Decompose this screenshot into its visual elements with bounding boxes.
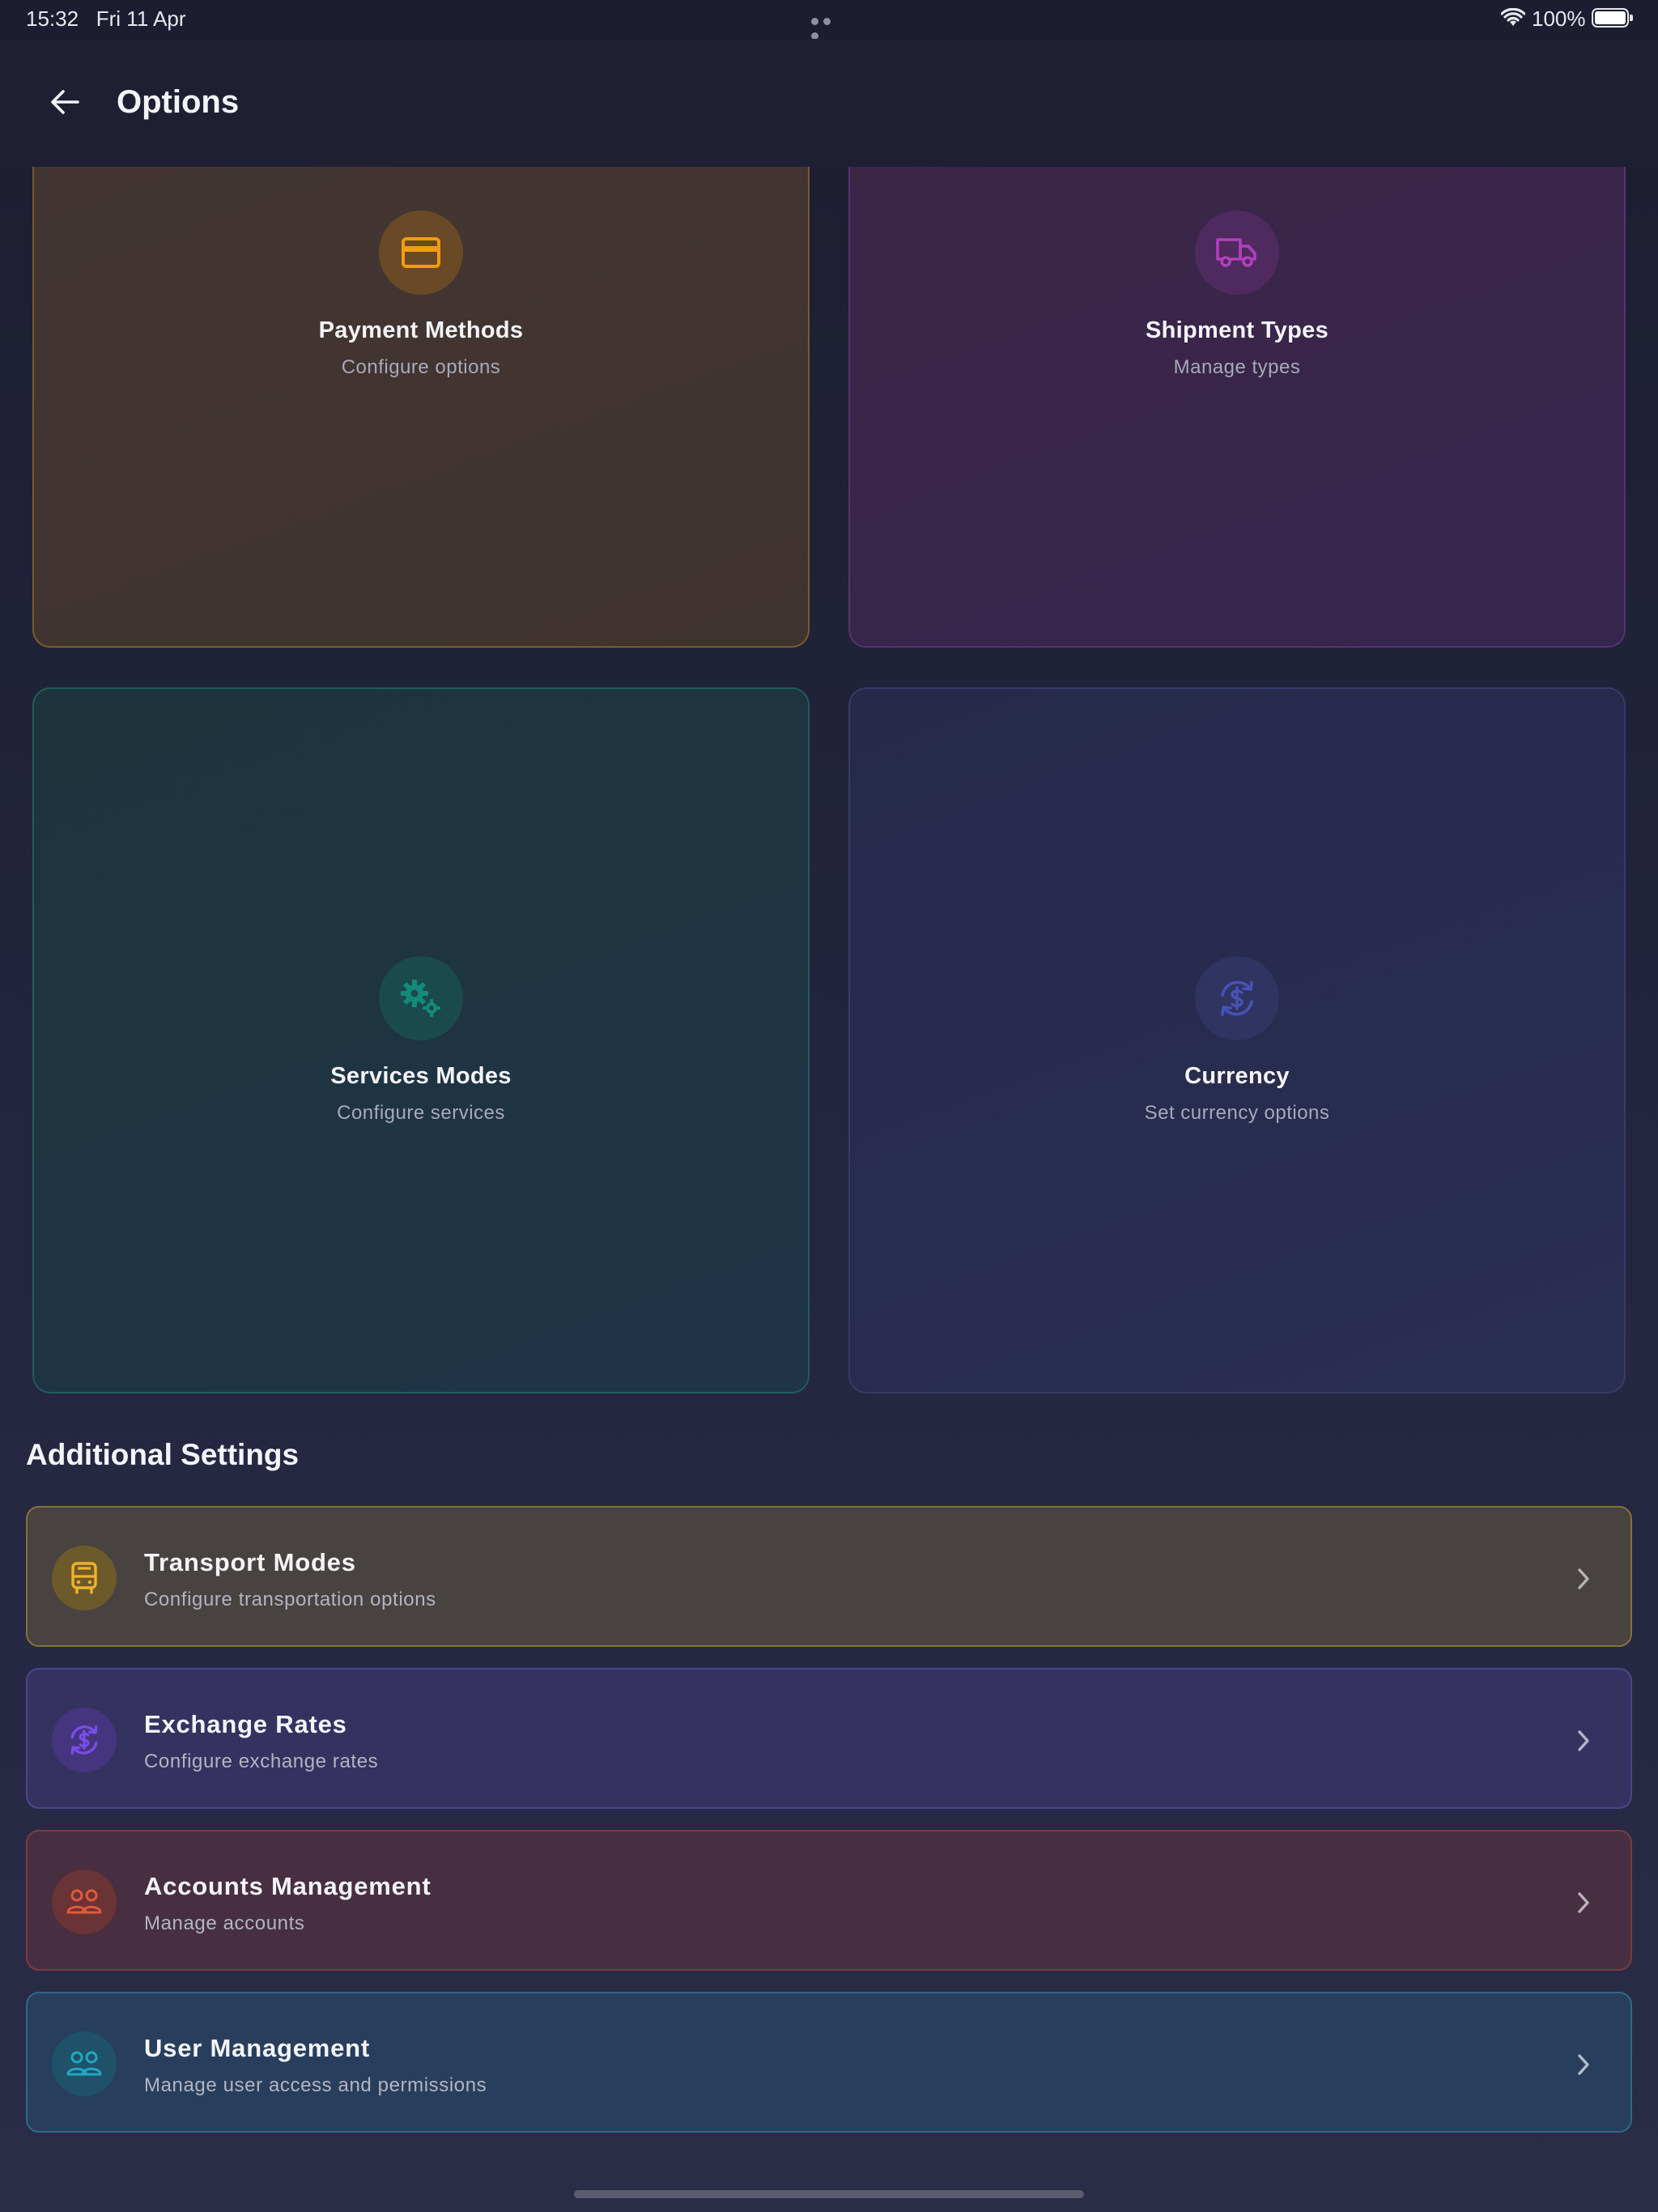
- truck-icon: [1195, 211, 1279, 295]
- tile-services-modes[interactable]: Services Modes Configure services: [32, 687, 810, 1393]
- tile-title: Payment Methods: [318, 317, 524, 343]
- back-button[interactable]: [36, 78, 94, 126]
- chevron-right-icon: [1567, 1563, 1600, 1595]
- list-item-subtitle: Configure transportation options: [144, 1589, 436, 1610]
- bus-icon: [52, 1546, 117, 1610]
- tile-subtitle: Configure options: [341, 356, 501, 378]
- currency-exchange-icon: [52, 1708, 117, 1772]
- list-item-title: User Management: [144, 2034, 371, 2062]
- battery-icon: [1592, 8, 1633, 28]
- tile-subtitle: Manage types: [1173, 356, 1301, 378]
- list-item-accounts-management[interactable]: Accounts Management Manage accounts: [26, 1830, 1632, 1971]
- list-item-title: Exchange Rates: [144, 1710, 347, 1738]
- status-time: 15:32 Fri 11 Apr: [26, 6, 186, 31]
- users-icon: [52, 2031, 117, 2096]
- list-item-user-management[interactable]: User Management Manage user access and p…: [26, 1992, 1632, 2133]
- section-title: Additional Settings: [26, 1438, 300, 1471]
- list-item-subtitle: Manage accounts: [144, 1912, 305, 1934]
- arrow-left-icon: [51, 90, 79, 114]
- credit-card-icon: [379, 211, 463, 295]
- tile-title: Services Modes: [330, 1063, 512, 1089]
- list-item-subtitle: Configure exchange rates: [144, 1750, 379, 1772]
- status-bar: 15:32 Fri 11 Apr 100%: [0, 0, 1658, 40]
- status-date: Fri 11 Apr: [96, 6, 186, 31]
- chevron-right-icon: [1567, 2048, 1600, 2081]
- tile-title: Currency: [1184, 1063, 1290, 1089]
- users-icon: [52, 1870, 117, 1934]
- chevron-right-icon: [1567, 1887, 1600, 1919]
- wifi-icon: [1501, 8, 1525, 26]
- tile-currency[interactable]: Currency Set currency options: [848, 687, 1626, 1393]
- gears-icon: [379, 956, 463, 1040]
- page-title: Options: [117, 84, 240, 120]
- tile-subtitle: Set currency options: [1144, 1102, 1330, 1124]
- tile-title: Shipment Types: [1145, 317, 1329, 343]
- list-item-title: Accounts Management: [144, 1872, 432, 1900]
- list-item-exchange-rates[interactable]: Exchange Rates Configure exchange rates: [26, 1668, 1632, 1809]
- multitasking-dots-icon[interactable]: [811, 15, 847, 40]
- battery-percent: 100%: [1532, 6, 1586, 31]
- list-item-transport-modes[interactable]: Transport Modes Configure transportation…: [26, 1506, 1632, 1647]
- tile-subtitle: Configure services: [337, 1102, 505, 1124]
- currency-exchange-icon: [1195, 956, 1279, 1040]
- chevron-right-icon: [1567, 1725, 1600, 1757]
- tile-shipment-types[interactable]: Shipment Types Manage types: [848, 138, 1626, 648]
- app-header: Options: [0, 39, 1658, 167]
- list-item-title: Transport Modes: [144, 1548, 356, 1576]
- tile-payment-methods[interactable]: Payment Methods Configure options: [32, 138, 810, 648]
- home-indicator[interactable]: [574, 2190, 1084, 2198]
- list-item-subtitle: Manage user access and permissions: [144, 2074, 487, 2096]
